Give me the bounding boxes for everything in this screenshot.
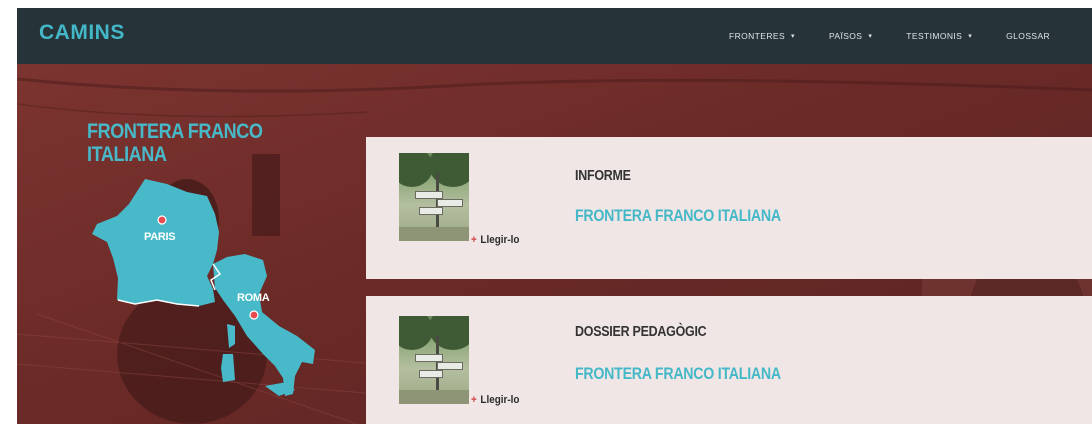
city-label-roma: ROMA <box>237 292 270 304</box>
read-link[interactable]: + Llegir-lo <box>471 234 519 246</box>
resource-card: + Llegir-lo INFORME FRONTERA FRANCO ITALI… <box>366 137 1092 279</box>
card-title-link[interactable]: FRONTERA FRANCO ITALIANA <box>575 207 781 226</box>
paris-marker <box>157 215 167 225</box>
nav-item-testimonis[interactable]: TESTIMONIS ▾ <box>906 31 972 41</box>
read-link-label: Llegir-lo <box>480 394 520 406</box>
chevron-down-icon: ▾ <box>868 33 873 40</box>
france-italy-map <box>92 179 315 396</box>
cover-thumbnail[interactable] <box>399 153 469 241</box>
plus-icon: + <box>471 234 477 246</box>
chevron-down-icon: ▾ <box>791 33 795 40</box>
nav-item-label: GLOSSAR <box>1006 31 1051 41</box>
nav-item-fronteres[interactable]: FRONTERES ▾ <box>729 31 795 41</box>
chevron-down-icon: ▾ <box>968 33 973 40</box>
hero-section: FRONTERA FRANCO ITALIANA PARIS ROMA + Ll… <box>17 64 1092 424</box>
nav-item-label: FRONTERES <box>729 31 786 41</box>
site-logo[interactable]: CAMINS <box>39 21 125 45</box>
page-frame: CAMINS FRONTERES ▾ PAÏSOS ▾ TESTIMONIS ▾… <box>17 8 1092 424</box>
main-nav: FRONTERES ▾ PAÏSOS ▾ TESTIMONIS ▾ GLOSSA… <box>729 8 1084 64</box>
card-category: DOSSIER PEDAGÒGIC <box>575 324 707 340</box>
card-title-link[interactable]: FRONTERA FRANCO ITALIANA <box>575 365 781 384</box>
nav-item-label: TESTIMONIS <box>906 31 963 41</box>
corsica-shape <box>227 324 235 348</box>
resource-card: + Llegir-lo DOSSIER PEDAGÒGIC FRONTERA FR… <box>366 296 1092 424</box>
card-category: INFORME <box>575 168 631 184</box>
nav-item-glossari[interactable]: GLOSSAR <box>1006 31 1050 41</box>
cover-thumbnail[interactable] <box>399 316 469 404</box>
read-link-label: Llegir-lo <box>480 234 520 246</box>
top-navigation-bar: CAMINS FRONTERES ▾ PAÏSOS ▾ TESTIMONIS ▾… <box>17 8 1092 64</box>
read-link[interactable]: + Llegir-lo <box>471 394 519 406</box>
roma-marker <box>249 310 259 320</box>
city-label-paris: PARIS <box>144 231 176 243</box>
nav-item-paisos[interactable]: PAÏSOS ▾ <box>829 31 872 41</box>
sardinia-shape <box>221 354 235 382</box>
plus-icon: + <box>471 394 477 406</box>
nav-item-label: PAÏSOS <box>828 31 863 41</box>
